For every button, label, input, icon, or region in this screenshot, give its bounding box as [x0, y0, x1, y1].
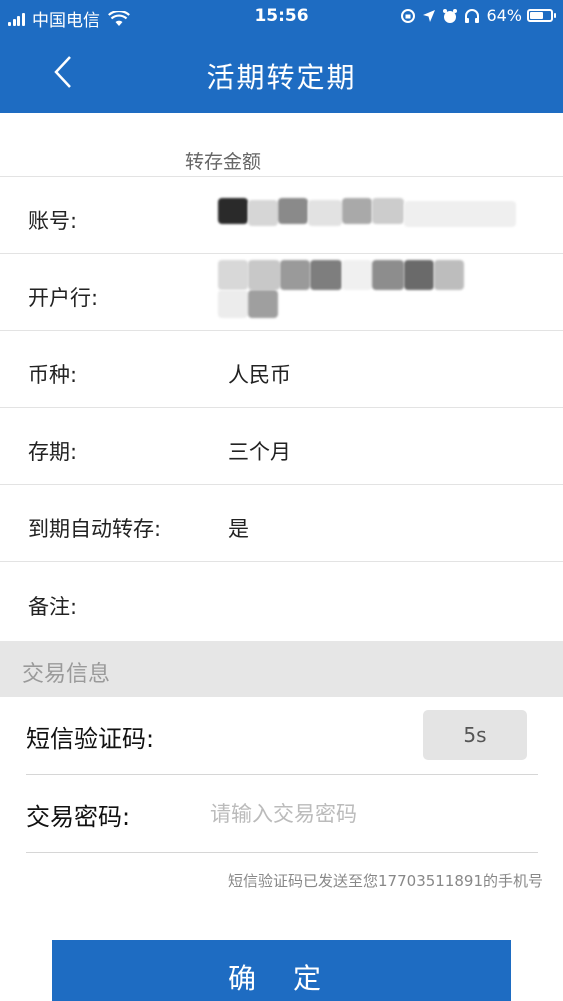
- alarm-icon: [442, 8, 458, 24]
- transfer-section-title: 转存金额: [185, 151, 262, 173]
- auto-renew-label: 到期自动转存:: [28, 517, 162, 541]
- battery-text: 64%: [486, 6, 522, 25]
- password-label: 交易密码:: [26, 803, 131, 831]
- branch-label: 开户行:: [28, 286, 99, 310]
- lock-rotation-icon: [400, 8, 416, 24]
- currency-value: 人民币: [228, 363, 291, 387]
- confirm-button[interactable]: 确 定: [52, 940, 511, 1001]
- term-label: 存期:: [28, 440, 78, 464]
- sms-code-label: 短信验证码:: [26, 725, 155, 753]
- status-right: 64%: [400, 6, 556, 25]
- location-icon: [422, 9, 436, 23]
- password-row: 交易密码:: [26, 775, 538, 853]
- auto-renew-value: 是: [228, 517, 249, 541]
- account-label: 账号:: [28, 209, 78, 233]
- term-value: 三个月: [228, 440, 291, 464]
- sms-code-row: 短信验证码: 5s: [26, 697, 538, 775]
- headphones-icon: [464, 8, 480, 24]
- sms-sent-hint: 短信验证码已发送至您17703511891的手机号: [228, 872, 543, 890]
- trade-section-header: 交易信息: [0, 641, 563, 697]
- remark-label: 备注:: [28, 595, 78, 619]
- transfer-section-header: 转存金额: [0, 113, 563, 177]
- status-bar: 中国电信 15:56 64%: [0, 0, 563, 36]
- nav-bar: 活期转定期: [0, 36, 563, 113]
- remark-row[interactable]: 备注:: [0, 563, 563, 640]
- page-title: 活期转定期: [206, 61, 357, 94]
- branch-row: 开户行:: [0, 254, 563, 331]
- term-row: 存期: 三个月: [0, 408, 563, 485]
- password-input[interactable]: [210, 797, 510, 831]
- sms-countdown-button[interactable]: 5s: [423, 710, 527, 760]
- currency-row: 币种: 人民币: [0, 331, 563, 408]
- auto-renew-row: 到期自动转存: 是: [0, 485, 563, 562]
- trade-section-title: 交易信息: [22, 662, 111, 687]
- account-row: 账号:: [0, 177, 563, 254]
- currency-label: 币种:: [28, 363, 78, 387]
- battery-icon: [527, 9, 556, 22]
